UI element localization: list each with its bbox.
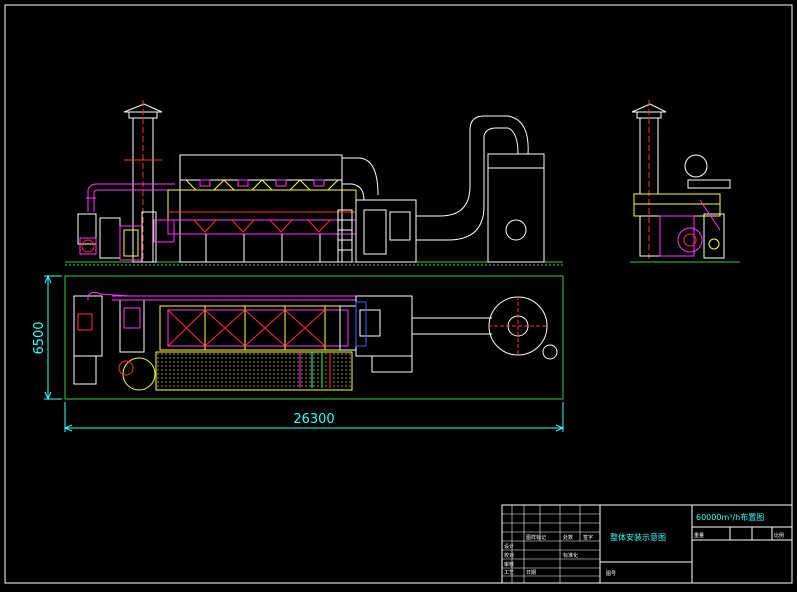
top-duct	[342, 157, 379, 201]
tb-cell: 工艺	[504, 570, 514, 576]
tb-cell: 校对	[504, 552, 514, 559]
drawing-spec: 60000m³/h布置图	[696, 512, 764, 522]
tb-cell: 标准化	[563, 552, 578, 559]
tb-cell: 设计	[504, 543, 514, 550]
combustion-chamber	[355, 199, 417, 263]
cad-svg: 26300 6500 图样标记 处数 签字 设计 标准化 校对 审核 工艺 日期…	[4, 4, 793, 584]
drawing-frame	[4, 4, 793, 584]
tb-cell: 日期	[526, 570, 536, 576]
gravel-zone	[155, 351, 353, 391]
dim-width-label: 26300	[293, 412, 334, 427]
plan-view	[64, 275, 564, 400]
dim-height-label: 6500	[32, 321, 47, 354]
tb-cell: 比例	[774, 532, 784, 539]
tb-cell: 重量	[694, 532, 704, 539]
tb-cell: 图样标记	[526, 534, 546, 541]
inlet-duct	[86, 183, 175, 212]
cad-drawing: 26300 6500 图样标记 处数 签字 设计 标准化 校对 审核 工艺 日期…	[0, 0, 797, 588]
adsorption-unit	[167, 154, 357, 263]
drawing-title: 整体安装示意图	[610, 532, 666, 542]
spray-tower	[487, 153, 545, 263]
tb-cell: 签字	[583, 534, 593, 541]
sheet-label: 图号	[606, 571, 616, 577]
tb-cell: 处数	[563, 534, 573, 541]
side-elevation	[630, 100, 740, 263]
front-elevation	[65, 100, 563, 266]
fan-unit	[77, 211, 175, 263]
tb-cell: 审核	[504, 561, 514, 568]
